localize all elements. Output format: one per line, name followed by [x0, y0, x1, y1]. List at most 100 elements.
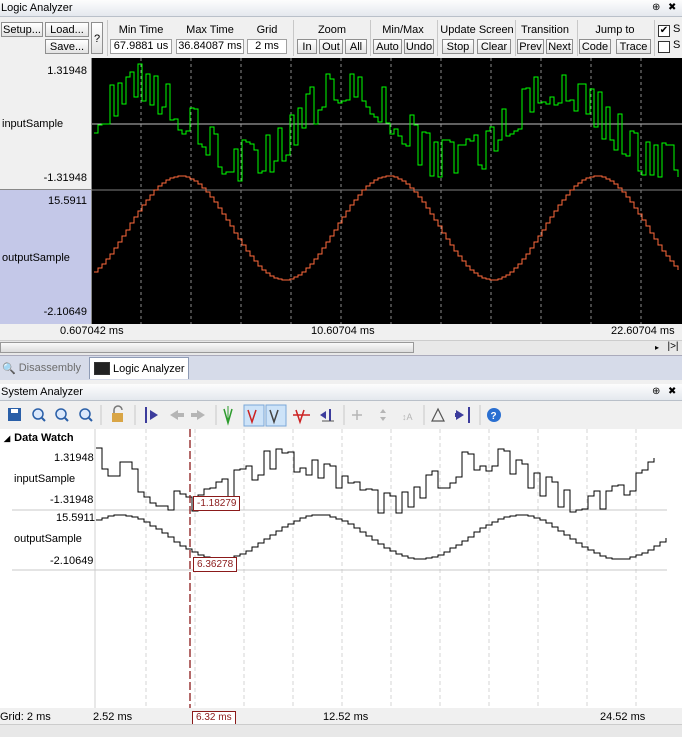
show-checkbox-1[interactable]: ✔ [658, 25, 670, 37]
scroll-end-button[interactable]: |>| [664, 341, 682, 353]
delta-icon[interactable] [431, 407, 445, 422]
collapse-icon[interactable] [380, 409, 386, 421]
save-icon[interactable] [8, 408, 21, 421]
signal-name: inputSample [2, 118, 64, 130]
scroll-right-icon[interactable]: ▸ [652, 342, 662, 353]
svg-text:?: ? [491, 411, 497, 422]
transition-next-button[interactable]: Next [546, 39, 573, 54]
signal-min-value: -1.31948 [43, 172, 87, 184]
sa-waveform-canvas[interactable] [0, 429, 682, 708]
sa-signal-name: inputSample [14, 473, 76, 485]
update-stop-button[interactable]: Stop [442, 39, 474, 54]
sa-time-axis: Grid: 2 ms 2.52 ms 6.32 ms 12.52 ms 24.5… [0, 708, 682, 725]
tab-strip: 🔍 Disassembly Logic Analyzer [0, 355, 682, 380]
sa-time-label-mid: 12.52 ms [323, 711, 369, 723]
min-time-header: Min Time [118, 24, 164, 36]
la-horizontal-scrollbar[interactable]: ▸ |>| [0, 340, 682, 355]
load-button[interactable]: Load... [45, 22, 89, 37]
zoom-in-button[interactable]: In [297, 39, 317, 54]
go-to-start-icon[interactable] [145, 407, 158, 423]
tab-label: Logic Analyzer [113, 362, 185, 375]
zoom-out-icon[interactable] [79, 408, 93, 422]
sa-input-waveform [96, 447, 655, 514]
close-icon[interactable]: ✖ [668, 0, 676, 16]
sa-time-label-left: 2.52 ms [93, 711, 133, 723]
zoom-all-icon[interactable] [55, 408, 69, 422]
cursor-value-input: -1.18279 [193, 496, 241, 511]
setup-button[interactable]: Setup... [1, 22, 43, 37]
system-analyzer-titlebar: System Analyzer ⊕ ✖ [0, 384, 682, 401]
logic-analyzer-title: Logic Analyzer [1, 2, 73, 14]
la-time-axis: 0.607042 ms 10.60704 ms 22.60704 ms [0, 324, 682, 340]
max-time-header: Max Time [186, 24, 234, 36]
sa-cursor-time: 6.32 ms [192, 711, 236, 725]
next-icon[interactable] [191, 410, 205, 420]
checkbox-2-label: S [673, 39, 681, 51]
la-time-label-right: 22.60704 ms [611, 325, 675, 337]
minmax-undo-button[interactable]: Undo [404, 39, 434, 54]
minmax-auto-button[interactable]: Auto [373, 39, 402, 54]
jump-code-button[interactable]: Code [579, 39, 611, 54]
pin-icon[interactable]: ⊕ [652, 0, 660, 16]
sa-horizontal-scrollbar[interactable] [0, 724, 682, 737]
cursor-clear-icon[interactable] [293, 409, 310, 425]
la-waveform-canvas[interactable] [92, 58, 682, 324]
la-time-label-mid: 10.60704 ms [311, 325, 375, 337]
separator [293, 20, 294, 56]
sa-time-label-right: 24.52 ms [600, 711, 646, 723]
separator [370, 20, 371, 56]
pin-icon[interactable]: ⊕ [652, 384, 660, 400]
tab-disassembly[interactable]: 🔍 Disassembly [0, 358, 90, 378]
disassembly-icon: 🔍 [2, 362, 16, 375]
sa-signal-min: -1.31948 [50, 494, 94, 506]
save-button[interactable]: Save... [45, 39, 89, 54]
previous-icon[interactable] [170, 410, 184, 420]
update-screen-header: Update Screen [440, 24, 514, 36]
signal-min-value: -2.10649 [43, 306, 87, 318]
zoom-header: Zoom [317, 24, 347, 36]
jump-to-header: Jump to [595, 24, 635, 36]
collapse-triangle-icon[interactable]: ◢ [4, 434, 10, 443]
zoom-all-button[interactable]: All [345, 39, 367, 54]
tab-label: Disassembly [18, 362, 82, 374]
cursor-value-output: 6.36278 [193, 557, 238, 572]
help-button[interactable]: ? [91, 22, 103, 54]
data-watch-label: Data Watch [14, 432, 74, 444]
transition-prev-button[interactable]: Prev [517, 39, 544, 54]
show-checkbox-2[interactable] [658, 41, 670, 53]
transition-header: Transition [521, 24, 569, 36]
update-clear-button[interactable]: Clear [477, 39, 511, 54]
sort-icon[interactable]: ↕A [402, 412, 413, 422]
lock-icon[interactable] [112, 405, 123, 422]
sa-output-waveform [96, 514, 667, 560]
sa-toolbar-icons: ↕A ? [8, 404, 501, 427]
zoom-out-button[interactable]: Out [319, 39, 343, 54]
grid-header: Grid [256, 24, 278, 36]
expand-icon[interactable] [352, 410, 362, 420]
separator [654, 20, 655, 56]
tab-logic-analyzer[interactable]: Logic Analyzer [89, 357, 189, 379]
zoom-in-icon[interactable] [32, 408, 46, 422]
data-watch-header[interactable]: ◢ Data Watch [4, 432, 74, 444]
logic-analyzer-icon [94, 362, 110, 375]
cursor-green-icon[interactable] [223, 406, 233, 426]
jump-cursor-icon[interactable] [320, 409, 334, 422]
sa-grid-label: Grid: 2 ms [0, 711, 51, 723]
max-time-value: 36.84087 ms [176, 39, 244, 54]
separator [437, 20, 438, 56]
checkbox-1-label: S [673, 23, 681, 35]
system-analyzer-title: System Analyzer [1, 386, 83, 398]
go-to-end-icon[interactable] [455, 407, 470, 423]
close-icon[interactable]: ✖ [668, 384, 676, 400]
la-signal-row-output[interactable]: 15.5911 outputSample -2.10649 [0, 190, 92, 324]
signal-name: outputSample [2, 252, 70, 264]
jump-trace-button[interactable]: Trace [616, 39, 651, 54]
help-icon[interactable]: ? [487, 408, 501, 422]
sa-signal-min: -2.10649 [50, 555, 94, 567]
minmax-header: Min/Max [382, 24, 424, 36]
la-scroll-thumb[interactable] [0, 342, 414, 353]
sa-signal-max: 15.5911 [56, 512, 95, 524]
la-signal-row-input[interactable]: 1.31948 inputSample -1.31948 [0, 58, 92, 190]
sa-signal-max: 1.31948 [54, 452, 94, 464]
logic-analyzer-titlebar: Logic Analyzer ⊕ ✖ [0, 0, 682, 17]
